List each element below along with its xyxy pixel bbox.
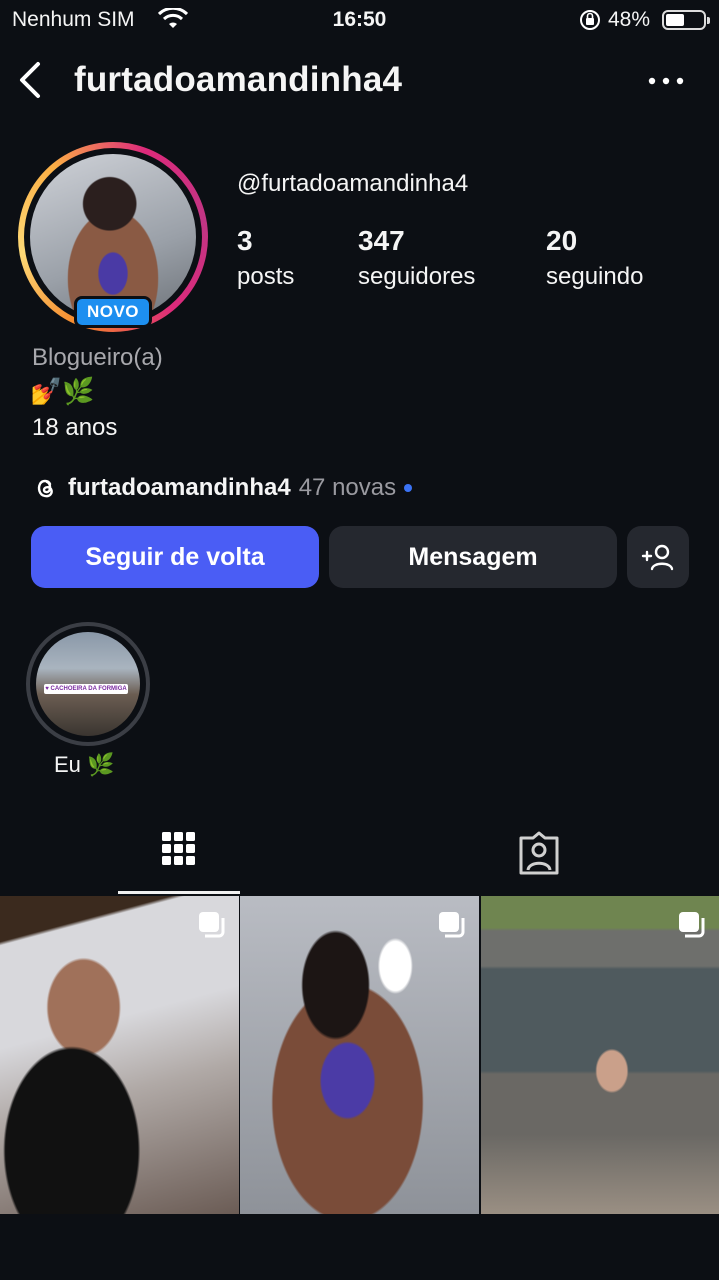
bio-age: 18 anos bbox=[32, 414, 118, 441]
carousel-icon bbox=[679, 912, 705, 938]
suggest-users-button[interactable] bbox=[627, 526, 689, 588]
threads-icon bbox=[32, 475, 58, 501]
threads-link[interactable]: furtadoamandinha4 47 novas bbox=[32, 472, 413, 504]
tagged-person-icon bbox=[519, 831, 559, 875]
highlight-cover: ♥ CACHOEIRA DA FORMIGA bbox=[36, 632, 140, 736]
post-thumbnail[interactable] bbox=[240, 896, 479, 1214]
new-badge: NOVO bbox=[74, 296, 152, 328]
follow-back-button[interactable]: Seguir de volta bbox=[31, 526, 319, 588]
page-title: furtadoamandinha4 bbox=[74, 60, 403, 99]
highlight-label: Eu 🌿 bbox=[54, 752, 115, 777]
orientation-lock-icon bbox=[578, 8, 602, 38]
bio-category: Blogueiro(a) bbox=[32, 344, 163, 371]
chevron-left-icon[interactable] bbox=[14, 60, 46, 100]
stat-followers[interactable]: 347 seguidores bbox=[358, 225, 475, 291]
more-horizontal-icon[interactable] bbox=[642, 66, 690, 96]
stat-label: seguindo bbox=[546, 263, 644, 290]
stat-value: 347 bbox=[358, 225, 405, 256]
profile-tabs bbox=[0, 820, 719, 896]
grid-icon bbox=[162, 832, 195, 865]
status-bar: Nenhum SIM 16:50 48% bbox=[0, 0, 719, 40]
bottom-area bbox=[0, 1214, 719, 1280]
message-button[interactable]: Mensagem bbox=[329, 526, 617, 588]
battery-fill bbox=[666, 14, 684, 26]
threads-name: furtadoamandinha4 bbox=[68, 474, 291, 501]
tab-posts-grid[interactable] bbox=[118, 820, 240, 894]
threads-count: 47 novas bbox=[298, 474, 397, 501]
stat-value: 20 bbox=[546, 225, 578, 256]
battery-percent: 48% bbox=[608, 8, 651, 31]
profile-handle: @furtadoamandinha4 bbox=[237, 170, 469, 197]
battery-icon bbox=[662, 10, 710, 30]
story-highlight[interactable]: ♥ CACHOEIRA DA FORMIGA bbox=[26, 622, 150, 746]
tab-tagged[interactable] bbox=[478, 820, 600, 894]
add-person-icon bbox=[641, 544, 674, 571]
post-thumbnail[interactable] bbox=[0, 896, 239, 1214]
stat-posts[interactable]: 3 posts bbox=[237, 225, 294, 291]
post-thumbnail[interactable] bbox=[481, 896, 719, 1214]
carousel-icon bbox=[439, 912, 465, 938]
posts-grid bbox=[0, 896, 719, 1214]
stat-label: posts bbox=[237, 263, 295, 290]
stat-value: 3 bbox=[237, 225, 253, 256]
unread-dot bbox=[404, 484, 413, 492]
bio-emoji-line: 💅🌿 bbox=[30, 376, 95, 406]
stat-label: seguidores bbox=[358, 263, 476, 290]
carousel-icon bbox=[199, 912, 225, 938]
stat-following[interactable]: 20 seguindo bbox=[546, 225, 643, 291]
highlight-overlay-text: ♥ CACHOEIRA DA FORMIGA bbox=[44, 684, 128, 694]
profile-header: furtadoamandinha4 bbox=[0, 48, 719, 114]
